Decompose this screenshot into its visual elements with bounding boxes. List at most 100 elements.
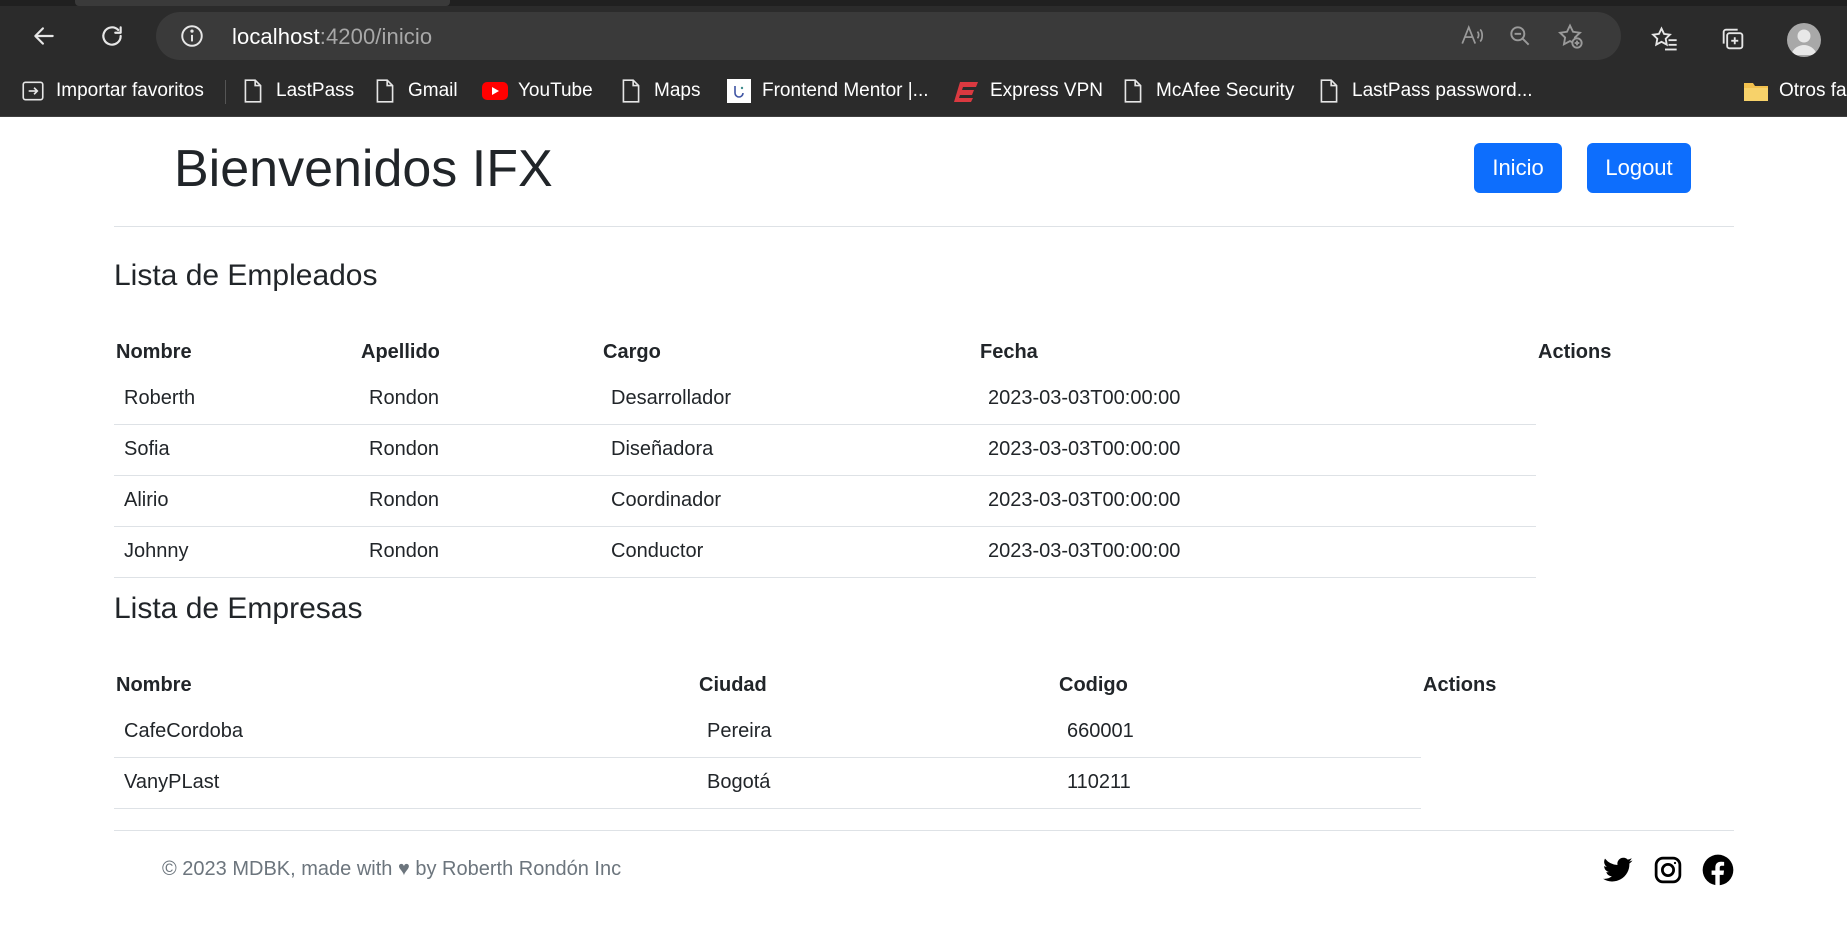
page-icon — [240, 78, 266, 104]
read-aloud-icon[interactable] — [1458, 22, 1486, 50]
refresh-button[interactable] — [92, 16, 132, 56]
bookmark-label: Importar favoritos — [56, 80, 204, 101]
page-content: Bienvenidos IFX Inicio Logout Lista de E… — [0, 117, 1847, 937]
bookmark-label: LastPass password... — [1352, 80, 1533, 101]
bookmark-label: McAfee Security — [1156, 80, 1295, 101]
page-icon — [618, 78, 644, 104]
back-arrow-icon — [34, 27, 54, 45]
collections-icon[interactable] — [1716, 22, 1750, 56]
add-favorite-icon[interactable] — [1556, 22, 1584, 50]
bookmark-label: Express VPN — [990, 80, 1103, 101]
cell-codigo: 660001 — [1057, 706, 1421, 758]
url-host: localhost — [232, 24, 320, 49]
column-header: Ciudad — [699, 673, 767, 696]
bookmark-youtube[interactable]: YouTube — [482, 76, 593, 106]
table-row: CafeCordoba Pereira 660001 — [114, 706, 1534, 758]
back-button[interactable] — [24, 16, 64, 56]
cell-cargo: Coordinador — [601, 475, 978, 527]
cell-cargo: Diseñadora — [601, 424, 978, 476]
bookmark-lastpass[interactable]: LastPass — [240, 76, 354, 106]
url-path: :4200/inicio — [319, 24, 433, 49]
page-title: Bienvenidos IFX — [174, 140, 553, 198]
empresas-title: Lista de Empresas — [114, 592, 363, 625]
footer-divider — [114, 830, 1734, 831]
column-header: Actions — [1423, 673, 1497, 696]
bookmark-express-vpn[interactable]: Express VPN — [954, 76, 1103, 106]
bookmark-lastpass-password[interactable]: LastPass password... — [1316, 76, 1533, 106]
cell-nombre: Roberth — [114, 373, 359, 425]
cell-actions — [1536, 475, 1634, 526]
column-header: Cargo — [603, 340, 661, 363]
bookmark-label: LastPass — [276, 80, 355, 101]
instagram-icon[interactable] — [1651, 853, 1685, 887]
cell-nombre: CafeCordoba — [114, 706, 697, 758]
table-row: VanyPLast Bogotá 110211 — [114, 757, 1534, 809]
bookmark-label: Otros fa — [1779, 80, 1847, 101]
bookmark-label: YouTube — [518, 80, 593, 101]
cell-actions — [1421, 706, 1534, 757]
empleados-table: Nombre Apellido Cargo Fecha Actions Robe… — [114, 331, 1634, 578]
cell-ciudad: Bogotá — [697, 757, 1057, 809]
site-info-icon[interactable] — [178, 22, 206, 50]
cell-fecha: 2023-03-03T00:00:00 — [978, 526, 1536, 578]
cell-nombre: VanyPLast — [114, 757, 697, 809]
cell-actions — [1536, 526, 1634, 577]
footer-copyright: © 2023 MDBK, made with ♥ by Roberth Rond… — [162, 858, 622, 880]
page-icon — [1120, 78, 1146, 104]
bookmark-gmail[interactable]: Gmail — [372, 76, 458, 106]
cell-cargo: Desarrollador — [601, 373, 978, 425]
cell-fecha: 2023-03-03T00:00:00 — [978, 475, 1536, 527]
bookmarks-divider — [225, 80, 226, 104]
cell-codigo: 110211 — [1057, 757, 1421, 809]
browser-toolbar: localhost:4200/inicio — [0, 6, 1847, 66]
cell-nombre: Johnny — [114, 526, 359, 578]
logout-button[interactable]: Logout — [1587, 143, 1691, 193]
address-bar[interactable]: localhost:4200/inicio — [156, 12, 1621, 60]
column-header: Actions — [1538, 340, 1612, 363]
cell-cargo: Conductor — [601, 526, 978, 578]
cell-apellido: Rondon — [359, 475, 601, 527]
bookmark-label: Frontend Mentor |... — [762, 80, 929, 101]
cell-ciudad: Pereira — [697, 706, 1057, 758]
bookmark-mcafee[interactable]: McAfee Security — [1120, 76, 1294, 106]
cell-actions — [1421, 757, 1534, 808]
import-favorites-icon — [20, 78, 46, 104]
column-header: Nombre — [116, 673, 192, 696]
column-header: Apellido — [361, 340, 440, 363]
empresas-table: Nombre Ciudad Codigo Actions CafeCordoba… — [114, 664, 1534, 809]
column-header: Codigo — [1059, 673, 1128, 696]
table-header-row: Nombre Apellido Cargo Fecha Actions — [114, 331, 1634, 373]
bookmark-importar-favoritos[interactable]: Importar favoritos — [20, 76, 204, 106]
table-row: Sofia Rondon Diseñadora 2023-03-03T00:00… — [114, 424, 1634, 476]
facebook-icon[interactable] — [1701, 853, 1735, 887]
cell-actions — [1536, 424, 1634, 475]
bookmark-maps[interactable]: Maps — [618, 76, 700, 106]
cell-actions — [1536, 373, 1634, 424]
bookmark-frontend-mentor[interactable]: Frontend Mentor |... — [726, 76, 929, 106]
profile-avatar-icon[interactable] — [1787, 23, 1821, 57]
cell-apellido: Rondon — [359, 424, 601, 476]
inicio-button[interactable]: Inicio — [1474, 143, 1562, 193]
page-header: Bienvenidos IFX Inicio Logout — [114, 117, 1734, 227]
bookmark-otros-favoritos[interactable]: Otros fa — [1743, 76, 1847, 106]
bookmarks-bar: Importar favoritos LastPass Gmail YouTub… — [0, 66, 1847, 117]
cell-nombre: Alirio — [114, 475, 359, 527]
cell-apellido: Rondon — [359, 526, 601, 578]
youtube-icon — [482, 78, 508, 104]
page-icon — [1316, 78, 1342, 104]
zoom-out-icon[interactable] — [1506, 22, 1534, 50]
bookmark-label: Maps — [654, 80, 701, 101]
cell-fecha: 2023-03-03T00:00:00 — [978, 424, 1536, 476]
favorites-icon[interactable] — [1648, 22, 1682, 56]
folder-icon — [1743, 78, 1769, 104]
column-header: Fecha — [980, 340, 1038, 363]
table-row: Johnny Rondon Conductor 2023-03-03T00:00… — [114, 526, 1634, 578]
column-header: Nombre — [116, 340, 192, 363]
bookmark-label: Gmail — [408, 80, 458, 101]
url-text[interactable]: localhost:4200/inicio — [232, 24, 432, 50]
page-icon — [372, 78, 398, 104]
cell-nombre: Sofia — [114, 424, 359, 476]
twitter-icon[interactable] — [1601, 853, 1635, 887]
table-row: Roberth Rondon Desarrollador 2023-03-03T… — [114, 373, 1634, 425]
refresh-icon — [102, 26, 122, 46]
